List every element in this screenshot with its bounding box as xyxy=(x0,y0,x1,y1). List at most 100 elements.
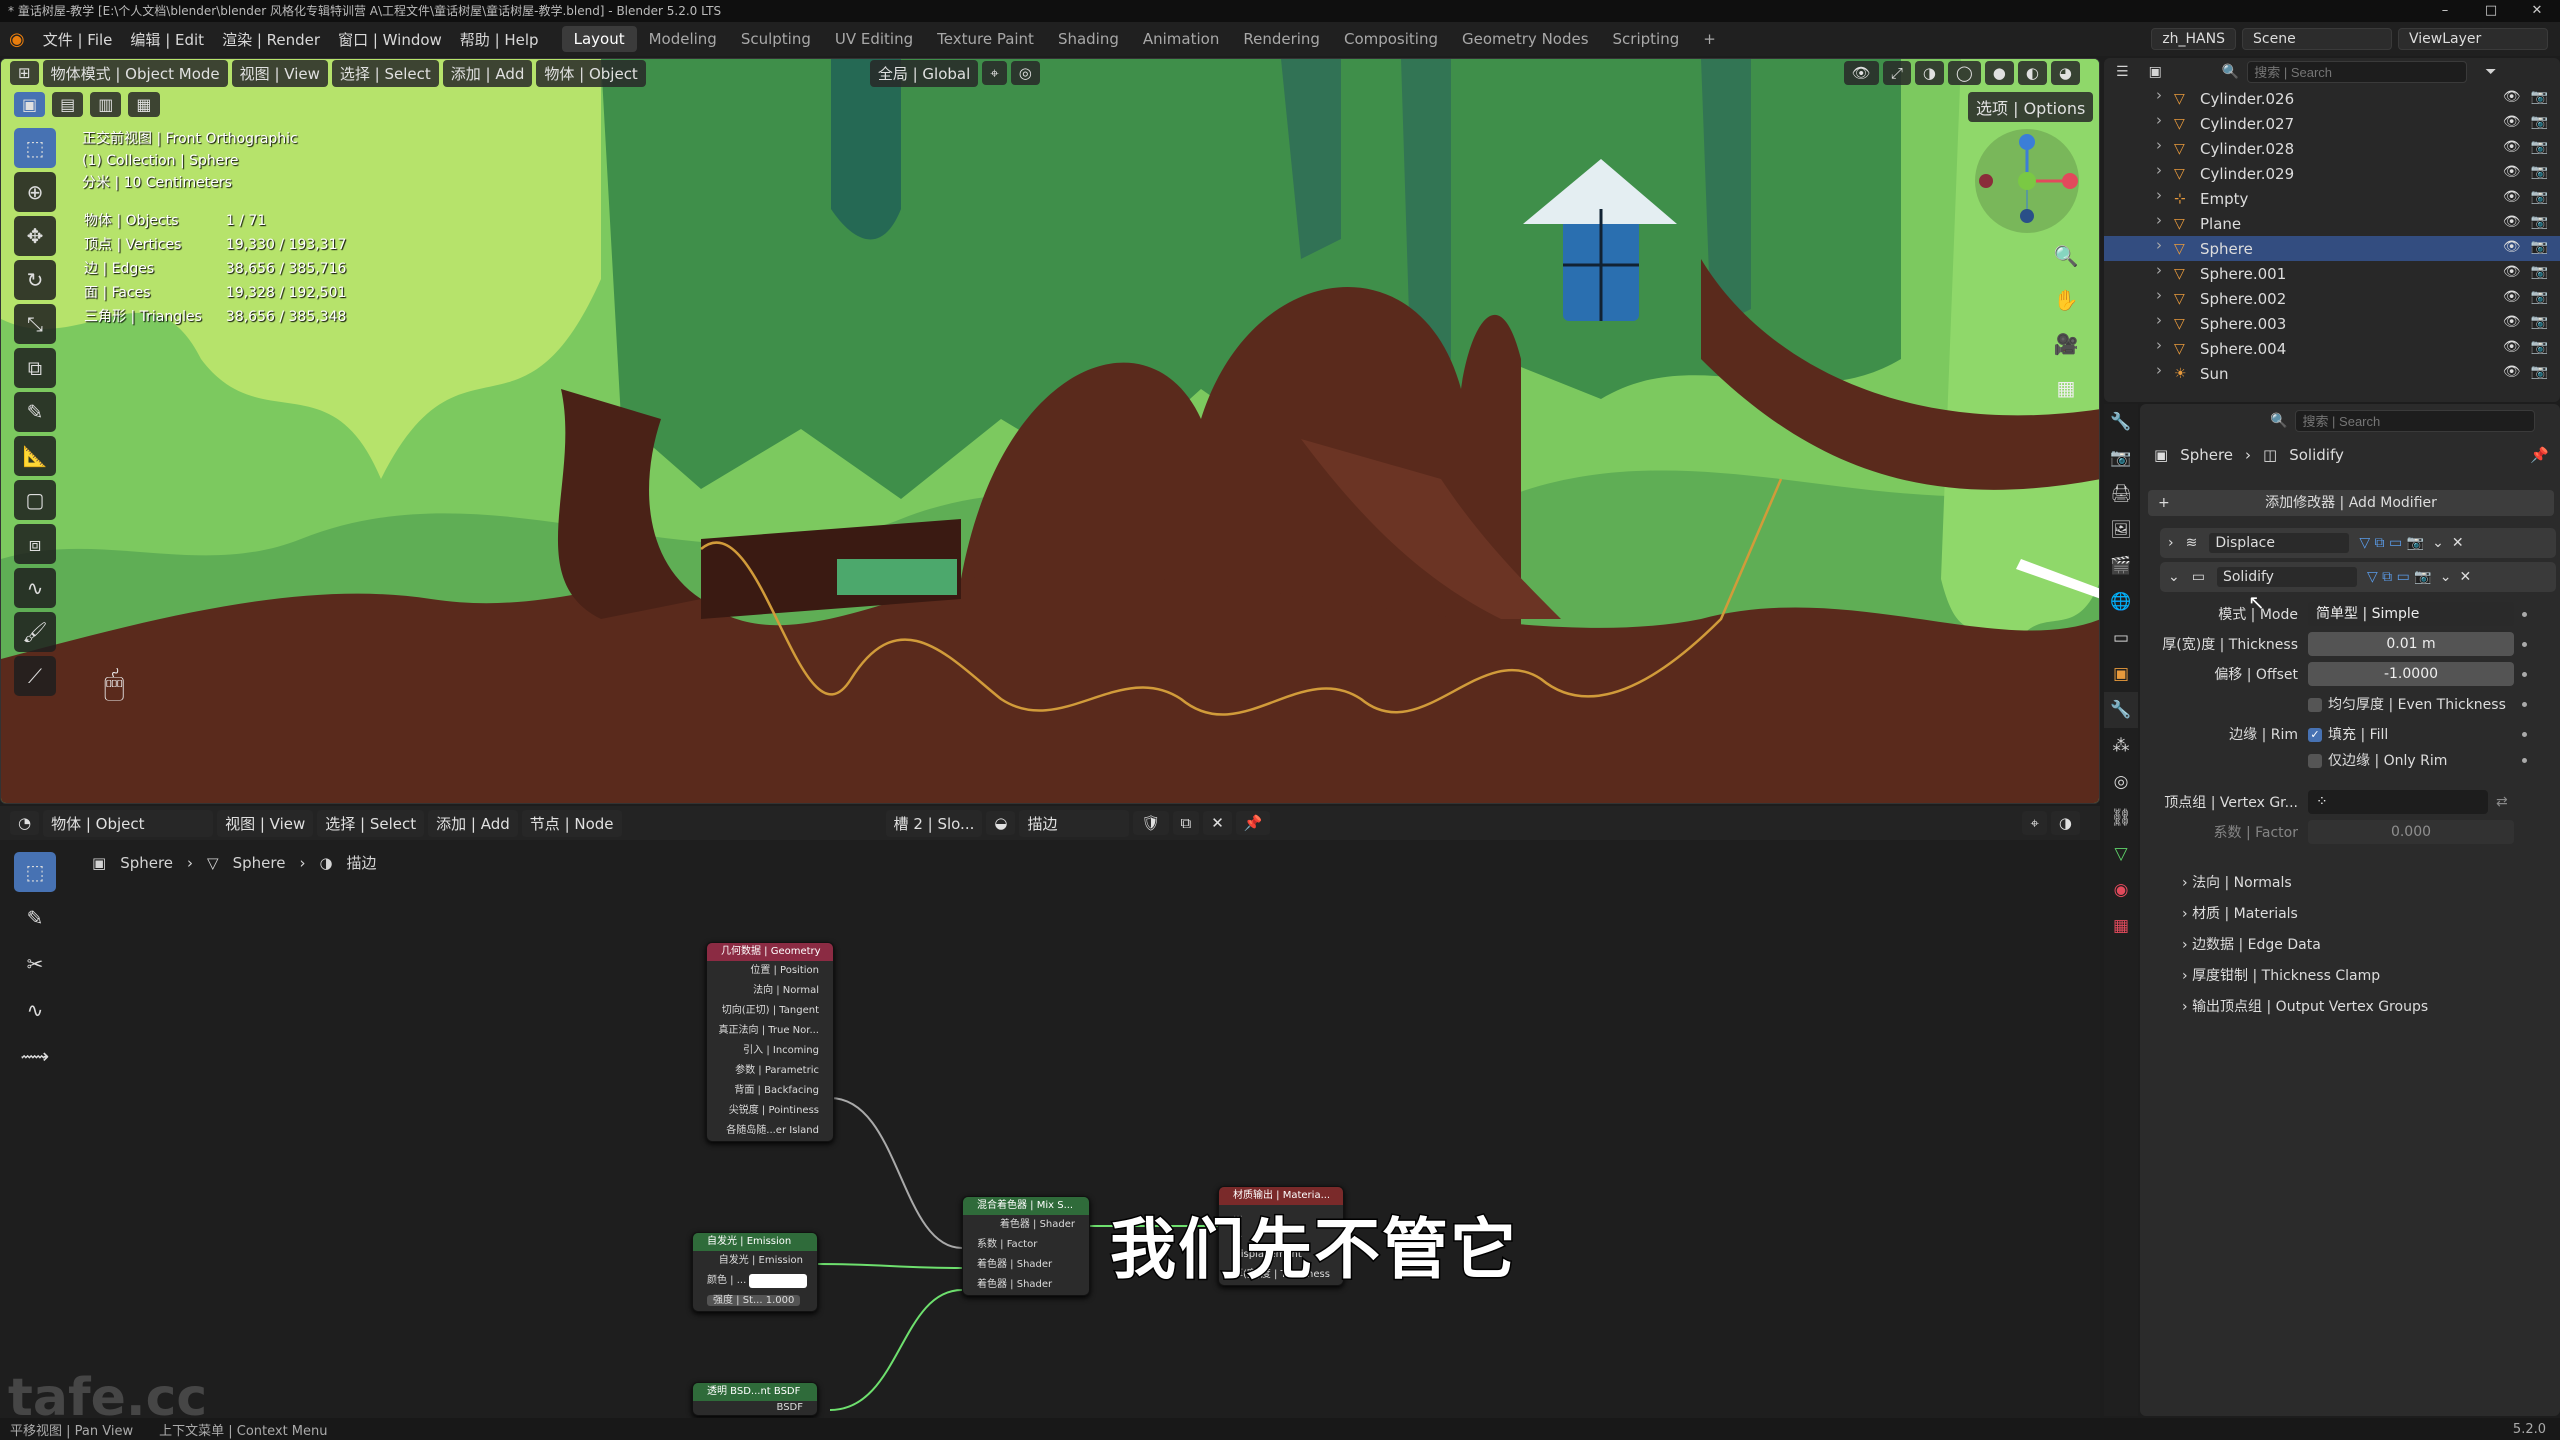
modifier-displace[interactable]: › ≋ Displace ▽ ⧉ ▭ 📷 ⌄ ✕ xyxy=(2160,528,2556,558)
tab-shading[interactable]: Shading xyxy=(1046,26,1131,52)
invert-vertex-group-icon[interactable]: ⇄ xyxy=(2496,794,2508,810)
close-button[interactable]: ✕ xyxy=(2514,0,2560,22)
render-tab-icon[interactable]: 📷 xyxy=(2104,440,2138,476)
maximize-button[interactable]: □ xyxy=(2468,0,2514,22)
viewport-menu-add[interactable]: 添加 | Add xyxy=(442,59,533,87)
tab-modeling[interactable]: Modeling xyxy=(637,26,729,52)
outliner-item[interactable]: › ▽ Cylinder.026 👁 📷 xyxy=(2104,86,2560,111)
language-selector[interactable]: zh_HANS xyxy=(2151,28,2236,50)
expand-chevron-icon[interactable]: › xyxy=(2156,186,2166,204)
camera-icon[interactable]: 📷 xyxy=(2531,89,2548,105)
camera-view-icon[interactable]: 🎥 xyxy=(2052,330,2080,358)
camera-icon[interactable]: 📷 xyxy=(2531,214,2548,230)
outliner-item[interactable]: › ☀ Sun 👁 📷 xyxy=(2104,361,2560,386)
select-new-icon[interactable]: ▣ xyxy=(14,92,46,117)
material-tab-icon[interactable]: ◉ xyxy=(2104,872,2138,908)
tool-tab-icon[interactable]: 🔧 xyxy=(2104,404,2138,440)
transform-orientation-dropdown[interactable]: 全局 | Global xyxy=(869,59,979,87)
options-dropdown[interactable]: 选项 | Options xyxy=(1968,92,2094,122)
cursor-tool-icon[interactable]: ⊕ xyxy=(14,172,56,212)
tab-geometry-nodes[interactable]: Geometry Nodes xyxy=(1450,26,1601,52)
collection-tab-icon[interactable]: ▭ xyxy=(2104,620,2138,656)
tab-texture-paint[interactable]: Texture Paint xyxy=(925,26,1046,52)
expand-chevron-icon[interactable]: › xyxy=(2156,311,2166,329)
remove-modifier-icon[interactable]: ✕ xyxy=(2459,569,2471,585)
menu-window[interactable]: 窗口 | Window xyxy=(329,29,451,50)
knife-tool-icon[interactable]: ⟋ xyxy=(14,656,56,696)
add-workspace-button[interactable]: + xyxy=(1691,26,1728,52)
outliner-item[interactable]: › ▽ Sphere.001 👁 📷 xyxy=(2104,261,2560,286)
expand-chevron-icon[interactable]: › xyxy=(2156,336,2166,354)
camera-icon[interactable]: 📷 xyxy=(2531,264,2548,280)
modifier-menu-icon[interactable]: ⌄ xyxy=(2432,535,2444,551)
viewport-menu-view[interactable]: 视图 | View xyxy=(231,59,328,87)
outliner-item[interactable]: › ▽ Sphere 👁 📷 xyxy=(2104,236,2560,261)
viewport-menu-object[interactable]: 物体 | Object xyxy=(536,59,646,87)
shading-material-icon[interactable]: ◐ xyxy=(2017,61,2047,85)
outliner-item[interactable]: › ▽ Cylinder.029 👁 📷 xyxy=(2104,161,2560,186)
vertex-group-field[interactable]: ⁘ xyxy=(2308,790,2488,814)
subpanel-materials[interactable]: › 材质 | Materials xyxy=(2182,903,2298,923)
extrude-tool-icon[interactable]: ⧈ xyxy=(14,524,56,564)
outliner-editor-icon[interactable]: ☰ xyxy=(2116,64,2129,80)
transparent-bsdf-node[interactable]: 透明 BSD...nt BSDF BSDF xyxy=(692,1382,818,1416)
scale-tool-icon[interactable]: ⤡ xyxy=(14,304,56,344)
expand-chevron-icon[interactable]: › xyxy=(2156,211,2166,229)
brush-tool-icon[interactable]: 🖌 xyxy=(14,612,56,652)
tab-uv-editing[interactable]: UV Editing xyxy=(823,26,925,52)
keyframe-dot[interactable] xyxy=(2522,641,2527,647)
curve-draw-tool-icon[interactable]: ∿ xyxy=(14,568,56,608)
shading-rendered-icon[interactable]: ◕ xyxy=(2050,61,2080,85)
tab-animation[interactable]: Animation xyxy=(1131,26,1231,52)
eye-icon[interactable]: 👁 xyxy=(2503,289,2521,305)
expand-chevron-icon[interactable]: › xyxy=(2168,535,2174,551)
navigation-gizmo[interactable] xyxy=(1972,126,2082,236)
color-input[interactable]: 颜色 | ... xyxy=(693,1271,817,1291)
modifier-menu-icon[interactable]: ⌄ xyxy=(2440,569,2452,585)
mix-shader-node[interactable]: 混合着色器 | Mix S... 着色器 | Shader 系数 | Facto… xyxy=(962,1196,1090,1296)
add-cube-tool-icon[interactable]: ▢ xyxy=(14,480,56,520)
menu-edit[interactable]: 编辑 | Edit xyxy=(121,29,213,50)
data-tab-icon[interactable]: ▽ xyxy=(2104,836,2138,872)
keyframe-dot[interactable] xyxy=(2522,757,2527,763)
viewport-menu-select[interactable]: 选择 | Select xyxy=(331,59,439,87)
camera-icon[interactable]: 📷 xyxy=(2531,364,2548,380)
expand-chevron-icon[interactable]: › xyxy=(2156,286,2166,304)
annotate-tool-icon[interactable]: ✎ xyxy=(14,392,56,432)
strength-field[interactable]: 强度 | St... 1.000 xyxy=(707,1295,801,1306)
mode-dropdown[interactable]: 简单型 | Simple xyxy=(2308,602,2514,626)
view-layer-tab-icon[interactable]: 🖼 xyxy=(2104,512,2138,548)
visibility-icon[interactable]: 👁 xyxy=(1843,61,1879,85)
subpanel-edge-data[interactable]: › 边数据 | Edge Data xyxy=(2182,934,2321,954)
pan-hand-icon[interactable]: ✋ xyxy=(2052,286,2080,314)
snap-icon[interactable]: ⌖ xyxy=(982,61,1007,85)
eye-icon[interactable]: 👁 xyxy=(2503,264,2521,280)
shading-solid-icon[interactable]: ● xyxy=(1984,61,2014,85)
only-rim-checkbox[interactable]: 仅边缘 | Only Rim xyxy=(2308,750,2447,770)
camera-icon[interactable]: 📷 xyxy=(2531,289,2548,305)
outliner-item[interactable]: › ▽ Sphere.003 👁 📷 xyxy=(2104,311,2560,336)
tab-scripting[interactable]: Scripting xyxy=(1601,26,1692,52)
tab-sculpting[interactable]: Sculpting xyxy=(729,26,823,52)
camera-icon[interactable]: 📷 xyxy=(2531,189,2548,205)
select-intersect-icon[interactable]: ▦ xyxy=(128,92,160,117)
tab-compositing[interactable]: Compositing xyxy=(1332,26,1450,52)
eye-icon[interactable]: 👁 xyxy=(2503,89,2521,105)
eye-icon[interactable]: 👁 xyxy=(2503,239,2521,255)
eye-icon[interactable]: 👁 xyxy=(2503,139,2521,155)
modifier-visibility-toggles[interactable]: ▽ ⧉ ▭ 📷 xyxy=(2367,569,2432,585)
eye-icon[interactable]: 👁 xyxy=(2503,339,2521,355)
3d-viewport[interactable] xyxy=(0,58,2100,804)
camera-icon[interactable]: 📷 xyxy=(2531,114,2548,130)
even-thickness-checkbox[interactable]: 均匀厚度 | Even Thickness xyxy=(2308,694,2506,714)
minimize-button[interactable]: – xyxy=(2422,0,2468,22)
object-tab-icon[interactable]: ▣ xyxy=(2104,656,2138,692)
subpanel-thickness-clamp[interactable]: › 厚度钳制 | Thickness Clamp xyxy=(2182,965,2380,985)
keyframe-dot[interactable] xyxy=(2522,701,2527,707)
emission-node[interactable]: 自发光 | Emission 自发光 | Emission 颜色 | ... 强… xyxy=(692,1232,818,1312)
object-mode-dropdown[interactable]: 物体模式 | Object Mode xyxy=(42,59,228,87)
keyframe-dot[interactable] xyxy=(2522,611,2527,617)
modifier-visibility-toggles[interactable]: ▽ ⧉ ▭ 📷 xyxy=(2359,535,2424,551)
editor-type-icon[interactable]: ⊞ xyxy=(10,61,39,85)
add-modifier-button[interactable]: + 添加修改器 | Add Modifier xyxy=(2148,490,2554,516)
